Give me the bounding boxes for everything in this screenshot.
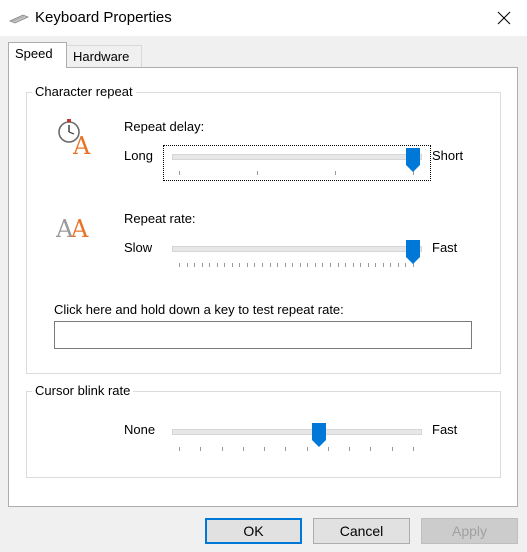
- close-button[interactable]: [481, 0, 527, 36]
- slider-tick: [224, 263, 226, 267]
- repeat-delay-track: [172, 154, 422, 160]
- slider-tick: [327, 447, 329, 451]
- tab-speed-label: Speed: [15, 46, 53, 61]
- keyboard-icon: [9, 14, 29, 24]
- slider-tick: [277, 263, 279, 267]
- slider-tick: [413, 447, 414, 451]
- cursor-blink-track: [172, 429, 422, 435]
- svg-text:A: A: [72, 132, 91, 155]
- repeat-rate-min-label: Slow: [124, 240, 153, 255]
- slider-tick: [242, 447, 244, 451]
- repeat-rate-label: Repeat rate:: [124, 211, 196, 226]
- slider-tick: [349, 447, 351, 451]
- test-repeat-input[interactable]: [54, 321, 472, 349]
- slider-tick: [254, 263, 256, 267]
- repeat-delay-ticks: [179, 171, 414, 176]
- slider-tick: [391, 447, 393, 451]
- slider-tick: [200, 447, 202, 451]
- slider-tick: [194, 263, 196, 267]
- slider-tick: [345, 263, 347, 267]
- slider-tick: [239, 263, 241, 267]
- slider-tick: [292, 263, 294, 267]
- repeat-rate-track: [172, 246, 422, 252]
- repeat-delay-slider[interactable]: [406, 148, 420, 172]
- slider-tick: [390, 263, 392, 267]
- slider-tick: [179, 171, 180, 175]
- ok-button[interactable]: OK: [205, 518, 302, 544]
- slider-tick: [322, 263, 324, 267]
- speed-tab-panel: Character repeat A Repeat delay: Long Sh…: [8, 67, 518, 507]
- svg-text:A: A: [70, 215, 89, 241]
- slider-tick: [329, 263, 331, 267]
- close-icon: [497, 11, 511, 25]
- slider-tick: [307, 263, 309, 267]
- tab-hardware-label: Hardware: [73, 49, 130, 64]
- repeat-rate-ticks: [179, 263, 414, 268]
- slider-tick: [201, 263, 203, 267]
- slider-tick: [314, 263, 316, 267]
- slider-tick: [285, 447, 287, 451]
- slider-tick: [335, 171, 336, 175]
- slider-tick: [246, 263, 248, 267]
- slider-tick: [269, 263, 271, 267]
- double-letter-a-icon: A A: [56, 215, 89, 241]
- slider-tick: [370, 447, 372, 451]
- repeat-rate-slider[interactable]: [406, 240, 420, 264]
- slider-tick: [284, 263, 286, 267]
- slider-tick: [179, 447, 180, 451]
- repeat-delay-min-label: Long: [124, 148, 153, 163]
- tab-hardware[interactable]: Hardware: [66, 45, 142, 68]
- cursor-blink-min-label: None: [124, 422, 156, 437]
- cancel-button[interactable]: Cancel: [313, 518, 410, 544]
- repeat-rate-max-label: Fast: [432, 240, 458, 255]
- cursor-blink-ticks: [179, 447, 414, 452]
- slider-tick: [264, 447, 266, 451]
- slider-tick: [375, 263, 377, 267]
- slider-tick: [216, 263, 218, 267]
- slider-tick: [262, 263, 264, 267]
- cancel-button-label: Cancel: [339, 523, 384, 539]
- slider-tick: [360, 263, 362, 267]
- repeat-delay-max-label: Short: [432, 148, 464, 163]
- slider-tick: [382, 263, 384, 267]
- slider-tick: [179, 263, 180, 267]
- tab-speed[interactable]: Speed: [8, 42, 67, 68]
- stopwatch-letter-a-icon: A: [58, 119, 91, 155]
- slider-tick: [186, 263, 188, 267]
- slider-tick: [367, 263, 369, 267]
- apply-button-label: Apply: [451, 523, 488, 539]
- slider-tick: [257, 171, 258, 175]
- test-repeat-prompt: Click here and hold down a key to test r…: [54, 302, 344, 317]
- cursor-blink-max-label: Fast: [432, 422, 458, 437]
- character-repeat-group: Character repeat A Repeat delay: Long Sh…: [26, 84, 501, 374]
- slider-tick: [231, 263, 233, 267]
- title-bar: Keyboard Properties: [0, 0, 527, 36]
- cursor-blink-slider[interactable]: [312, 423, 327, 447]
- cursor-blink-group: Cursor blink rate None Fast: [26, 383, 501, 478]
- apply-button[interactable]: Apply: [421, 518, 518, 544]
- character-repeat-group-label: Character repeat: [32, 84, 136, 99]
- slider-tick: [306, 447, 308, 451]
- ok-button-label: OK: [243, 523, 264, 539]
- repeat-delay-label: Repeat delay:: [124, 119, 205, 134]
- slider-tick: [209, 263, 211, 267]
- slider-tick: [337, 263, 339, 267]
- slider-tick: [221, 447, 223, 451]
- window-title: Keyboard Properties: [35, 9, 172, 26]
- cursor-blink-group-label: Cursor blink rate: [32, 383, 134, 398]
- slider-tick: [352, 263, 354, 267]
- slider-tick: [299, 263, 301, 267]
- slider-tick: [397, 263, 399, 267]
